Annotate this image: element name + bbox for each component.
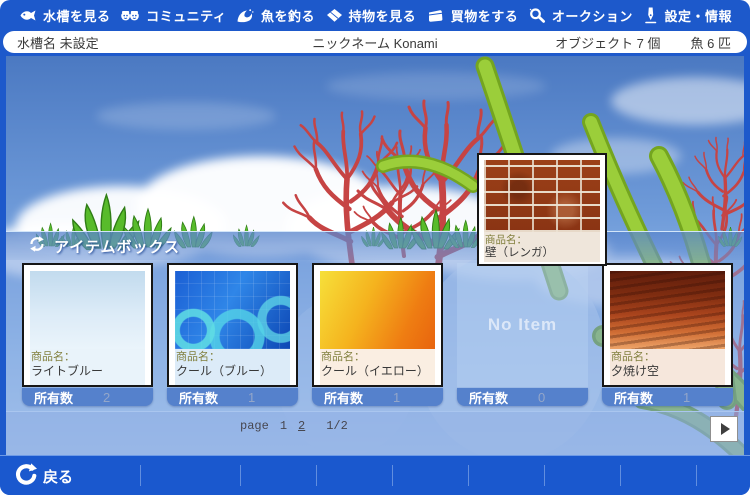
owned-count-bar: 所有数 2 — [22, 388, 153, 406]
back-label: 戻る — [43, 469, 74, 486]
product-name-label: 商品名： — [611, 351, 655, 363]
owned-count-bar: 所有数 1 — [167, 388, 298, 406]
menu-item-label: 設定・情報 — [664, 8, 732, 24]
page-link-2-current[interactable]: 2 — [298, 419, 305, 433]
item-card-lightblue[interactable]: 商品名： ライトブルー — [22, 263, 153, 387]
top-menu-bar: 水槽を見る コミュニティ 魚を釣る 持物を見る 買物をする オークション 設定・… — [0, 0, 750, 30]
community-icon — [120, 7, 141, 24]
item-name: 夕焼け空 — [611, 364, 660, 378]
menu-item-auction[interactable]: オークション — [528, 6, 633, 25]
brick-thumbnail — [484, 160, 600, 232]
item-slot: 商品名： クール（ブルー） 所有数 1 — [167, 263, 298, 406]
item-slot-empty: No Item 所有数 0 — [457, 263, 588, 406]
package-icon — [325, 7, 344, 24]
footer-divider — [468, 465, 469, 486]
next-page-button[interactable] — [710, 416, 738, 442]
owned-count: 1 — [248, 389, 256, 405]
item-card-coolyellow[interactable]: 商品名： クール（イエロー） — [312, 263, 443, 387]
right-triangle-icon — [720, 423, 730, 435]
owned-label: 所有数 — [34, 390, 74, 406]
item-box-header: アイテムボックス — [6, 231, 744, 260]
item-card-coolblue[interactable]: 商品名： クール（ブルー） — [167, 263, 298, 387]
menu-item-label: 持物を見る — [348, 8, 417, 24]
item-slot: 商品名： クール（イエロー） 所有数 1 — [312, 263, 443, 406]
owned-count: 1 — [683, 389, 691, 405]
menu-item-belongings[interactable]: 持物を見る — [325, 6, 417, 25]
owned-count: 2 — [103, 389, 111, 405]
footer-divider — [544, 465, 545, 486]
item-name: クール（ブルー） — [176, 364, 273, 378]
product-name-label: 商品名： — [485, 234, 527, 246]
pager-row: page 1 2 1/2 — [6, 411, 744, 455]
item-name: ライトブルー — [31, 364, 104, 378]
product-name-label: 商品名： — [321, 351, 365, 363]
owned-label: 所有数 — [179, 390, 219, 406]
item-thumbnail — [175, 271, 290, 349]
page-link-1[interactable]: 1 — [280, 419, 287, 433]
footer-divider — [140, 465, 141, 486]
wave-icon — [236, 7, 256, 24]
fish-icon — [18, 7, 38, 24]
back-circular-arrow-icon — [12, 462, 37, 491]
owned-label: 所有数 — [469, 390, 509, 406]
owned-label: 所有数 — [614, 390, 654, 406]
owned-count-bar: 所有数 1 — [312, 388, 443, 406]
nickname: ニックネーム Konami — [312, 35, 438, 51]
footer-divider — [696, 465, 697, 486]
page-navigation: page 1 2 1/2 — [240, 419, 348, 433]
empty-slot: No Item — [457, 263, 588, 387]
aquarium-game-window: 水槽を見る コミュニティ 魚を釣る 持物を見る 買物をする オークション 設定・… — [0, 0, 750, 495]
footer-divider — [620, 465, 621, 486]
menu-item-label: 魚を釣る — [260, 8, 315, 24]
fish-count: 魚 6 匹 — [690, 35, 731, 51]
tank-name: 水槽名 未設定 — [17, 35, 99, 51]
item-thumbnail — [30, 271, 145, 349]
item-thumbnail — [610, 271, 725, 349]
item-name: クール（イエロー） — [321, 364, 429, 378]
item-slot: 商品名： 夕焼け空 所有数 1 — [602, 263, 733, 406]
no-item-text: No Item — [487, 315, 558, 334]
owned-count: 0 — [538, 389, 546, 405]
item-box-panel: アイテムボックス 商品名： ライトブルー 所有数 2 商品名： クール（ブルー）… — [6, 231, 744, 455]
aquarium-scene: アイテムボックス 商品名： ライトブルー 所有数 2 商品名： クール（ブルー）… — [6, 56, 744, 455]
owned-label: 所有数 — [324, 390, 364, 406]
owned-count-bar: 所有数 0 — [457, 388, 588, 406]
pen-icon — [642, 6, 659, 24]
magnifier-icon — [528, 7, 547, 24]
item-card-sunset[interactable]: 商品名： 夕焼け空 — [602, 263, 733, 387]
page-label: page — [240, 419, 269, 433]
menu-item-shopping[interactable]: 買物をする — [426, 6, 519, 25]
menu-item-label: 水槽を見る — [43, 8, 111, 24]
footer-divider — [240, 465, 241, 486]
owned-count: 1 — [393, 389, 401, 405]
info-bar: 水槽名 未設定 ニックネーム Konami オブジェクト 7 個 魚 6 匹 — [3, 31, 747, 53]
item-card-brick-wall[interactable]: 商品名： 壁（レンガ） — [477, 153, 607, 266]
owned-count-bar: 所有数 1 — [602, 388, 733, 406]
footer-divider — [316, 465, 317, 486]
menu-item-label: コミュニティ — [146, 8, 227, 24]
object-count: オブジェクト 7 個 — [555, 35, 661, 51]
item-box-title: アイテムボックス — [54, 238, 181, 256]
wallet-icon — [426, 7, 446, 24]
back-button[interactable]: 戻る — [12, 462, 73, 491]
item-slots: 商品名： ライトブルー 所有数 2 商品名： クール（ブルー） 所有数 1 商品… — [6, 263, 744, 415]
item-slot: 商品名： ライトブルー 所有数 2 — [22, 263, 153, 406]
item-name: 壁（レンガ） — [485, 247, 554, 259]
product-name-label: 商品名： — [31, 351, 75, 363]
footer-divider — [392, 465, 393, 486]
refresh-icon — [28, 235, 46, 258]
item-thumbnail — [320, 271, 435, 349]
menu-item-label: 買物をする — [450, 8, 519, 24]
footer-bar: 戻る — [0, 455, 750, 495]
menu-item-view-tank[interactable]: 水槽を見る — [18, 6, 111, 25]
info-row: 水槽名 未設定 ニックネーム Konami オブジェクト 7 個 魚 6 匹 — [0, 30, 750, 56]
page-fraction: 1/2 — [326, 419, 348, 433]
menu-item-community[interactable]: コミュニティ — [120, 6, 226, 25]
menu-item-fishing[interactable]: 魚を釣る — [236, 6, 315, 25]
menu-item-settings[interactable]: 設定・情報 — [642, 6, 732, 25]
product-name-label: 商品名： — [176, 351, 220, 363]
menu-item-label: オークション — [551, 8, 633, 24]
